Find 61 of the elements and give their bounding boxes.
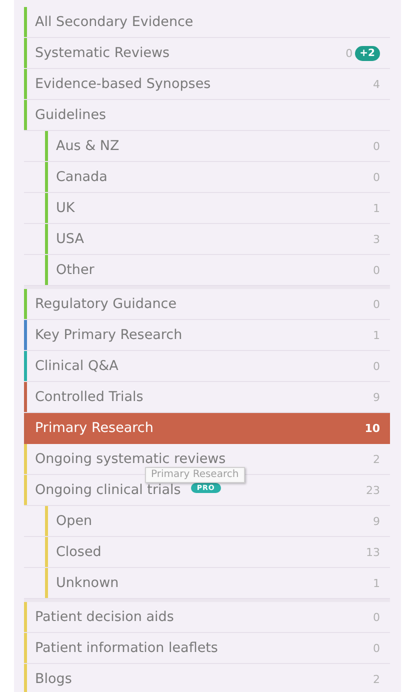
sidebar-item[interactable]: Patient decision aids 0: [24, 602, 390, 633]
item-label: Systematic Reviews: [35, 45, 170, 61]
item-count: 0: [346, 46, 353, 60]
item-count: 1: [373, 328, 380, 342]
sidebar-item[interactable]: Patient information leaflets 0: [24, 633, 390, 664]
item-label: Patient information leaflets: [35, 640, 218, 656]
sidebar-item[interactable]: Systematic Reviews 0 +2: [24, 38, 390, 69]
item-count: 0: [373, 170, 380, 184]
item-count: 0: [373, 642, 380, 654]
item-label: Open: [56, 513, 92, 529]
item-label: Unknown: [56, 575, 119, 591]
item-label: Aus & NZ: [56, 138, 120, 154]
item-label: Other: [56, 262, 94, 278]
tooltip: Primary Research: [145, 467, 245, 483]
item-label: Closed: [56, 544, 102, 560]
item-count: 23: [366, 484, 380, 496]
item-label: Canada: [56, 169, 108, 185]
sidebar-item[interactable]: USA 3: [24, 224, 390, 255]
item-label: UK: [56, 200, 75, 216]
sidebar-item[interactable]: All Secondary Evidence: [24, 7, 390, 38]
item-label: Evidence-based Synopses: [35, 76, 211, 92]
sidebar-item[interactable]: Canada 0: [24, 162, 390, 193]
sidebar-item[interactable]: UK 1: [24, 193, 390, 224]
sidebar-item[interactable]: Blogs 2: [24, 664, 390, 692]
item-label: Controlled Trials: [35, 389, 144, 405]
item-label: Ongoing systematic reviews: [35, 451, 226, 467]
item-count: 0: [373, 140, 380, 152]
count-badge: +2: [354, 46, 380, 60]
sidebar-item[interactable]: Regulatory Guidance 0: [24, 289, 390, 320]
item-count: 10: [364, 422, 380, 434]
item-count: 1: [373, 576, 380, 590]
item-label: All Secondary Evidence: [35, 14, 194, 30]
item-count: 2: [373, 452, 380, 466]
item-label: Key Primary Research: [35, 327, 182, 343]
item-count: 4: [373, 78, 380, 90]
item-count: 3: [373, 232, 380, 246]
item-count: 0: [373, 298, 380, 310]
item-count: 9: [373, 390, 380, 404]
item-label: Blogs: [35, 671, 72, 687]
sidebar-item[interactable]: Guidelines: [24, 100, 390, 131]
item-count: 2: [373, 672, 380, 686]
item-label: Ongoing clinical trials: [35, 482, 181, 498]
item-label: Clinical Q&A: [35, 358, 118, 374]
sidebar-item[interactable]: Closed 13: [24, 537, 390, 568]
item-count: 1: [373, 202, 380, 214]
sidebar-item[interactable]: Primary Research 10: [24, 413, 390, 444]
item-label: Primary Research: [35, 420, 154, 436]
sidebar-item[interactable]: Evidence-based Synopses 4: [24, 69, 390, 100]
item-label: USA: [56, 231, 84, 247]
item-count: 0: [373, 264, 380, 276]
sidebar-item[interactable]: Aus & NZ 0: [24, 131, 390, 162]
item-label: Patient decision aids: [35, 609, 174, 625]
sidebar-item[interactable]: Key Primary Research 1: [24, 320, 390, 351]
item-count: 0: [373, 360, 380, 372]
item-label: Guidelines: [35, 107, 106, 123]
sidebar-item[interactable]: Open 9: [24, 506, 390, 537]
item-count: 0: [373, 610, 380, 624]
item-count: 13: [366, 546, 380, 558]
item-count: 9: [373, 514, 380, 528]
sidebar-item[interactable]: Clinical Q&A 0: [24, 351, 390, 382]
item-label: Regulatory Guidance: [35, 296, 177, 312]
